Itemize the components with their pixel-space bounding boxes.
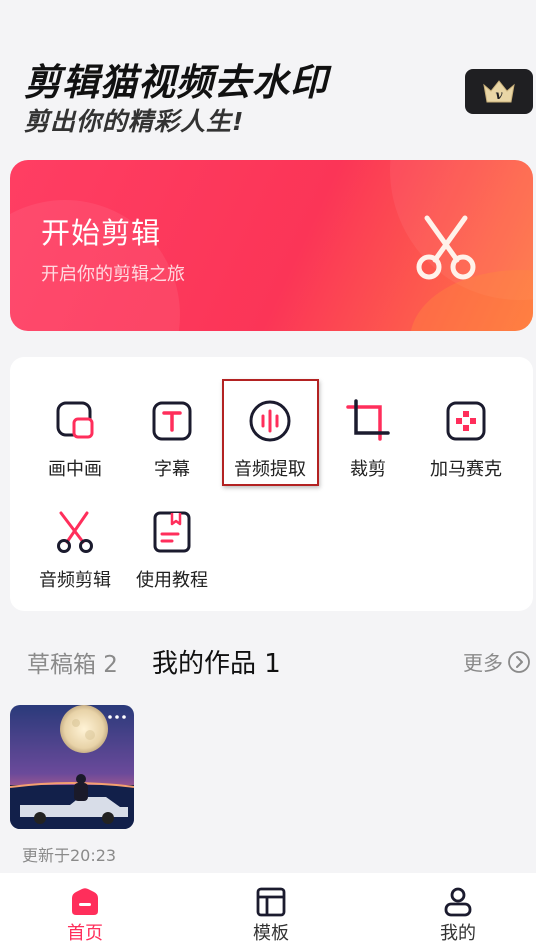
app-title: 剪辑猫视频去水印 xyxy=(24,61,328,104)
picture-in-picture-icon xyxy=(56,401,94,439)
tool-label: 画中画 xyxy=(48,459,102,480)
tab-my-works[interactable]: 我的作品 1 xyxy=(152,643,281,680)
tool-audio-cut[interactable]: 音频剪辑 xyxy=(26,510,124,610)
tool-subtitle[interactable]: 字幕 xyxy=(123,399,221,499)
nav-template[interactable]: 模板 xyxy=(226,887,316,945)
tool-label: 裁剪 xyxy=(350,459,386,480)
selection-highlight xyxy=(222,379,319,486)
more-label: 更多 xyxy=(463,651,503,675)
more-button[interactable]: 更多 xyxy=(463,647,531,676)
tool-mosaic[interactable]: 加马赛克 xyxy=(417,399,515,499)
nav-home[interactable]: 首页 xyxy=(40,887,130,945)
tool-label: 字幕 xyxy=(154,459,190,480)
audio-cut-icon xyxy=(57,511,93,553)
nav-label: 我的 xyxy=(440,923,476,944)
nav-profile[interactable]: 我的 xyxy=(413,887,503,945)
profile-icon xyxy=(444,887,472,917)
nav-label: 模板 xyxy=(253,923,289,944)
tab-drafts[interactable]: 草稿箱 2 xyxy=(27,645,118,679)
template-icon xyxy=(256,887,286,917)
banner-title: 开始剪辑 xyxy=(41,216,162,250)
scissors-icon xyxy=(416,215,476,280)
crown-icon: v xyxy=(483,79,515,102)
tutorial-icon xyxy=(153,511,191,553)
crop-icon xyxy=(346,399,390,441)
work-updated-time: 更新于20:23 xyxy=(22,846,117,865)
mosaic-icon xyxy=(446,401,486,441)
start-editing-banner[interactable]: 开始剪辑 开启你的剪辑之旅 xyxy=(10,160,533,331)
tool-crop[interactable]: 裁剪 xyxy=(319,399,417,499)
tools-panel: 画中画 字幕 音频提取 裁剪 加马赛克 音频剪辑 使用教程 xyxy=(10,357,533,611)
subtitle-icon xyxy=(152,401,192,441)
banner-subtitle: 开启你的剪辑之旅 xyxy=(41,264,185,285)
work-thumbnail-image xyxy=(10,705,134,829)
home-icon xyxy=(72,888,98,915)
nav-label: 首页 xyxy=(67,923,103,944)
svg-text:v: v xyxy=(496,88,504,102)
bottom-navigation: 首页 模板 我的 xyxy=(0,873,536,948)
app-subtitle: 剪出你的精彩人生! xyxy=(24,107,245,136)
tool-label: 音频剪辑 xyxy=(39,570,111,591)
vip-button[interactable]: v xyxy=(465,69,533,114)
tool-picture-in-picture[interactable]: 画中画 xyxy=(26,399,124,499)
tool-label: 使用教程 xyxy=(136,570,208,591)
chevron-right-icon xyxy=(508,650,530,673)
home-screen: 剪辑猫视频去水印 剪出你的精彩人生! v 开始剪辑 开启你的剪辑之旅 画中画 字… xyxy=(0,0,536,948)
tool-label: 加马赛克 xyxy=(430,459,502,480)
work-thumbnail[interactable] xyxy=(10,705,134,829)
tool-tutorial[interactable]: 使用教程 xyxy=(123,510,221,610)
